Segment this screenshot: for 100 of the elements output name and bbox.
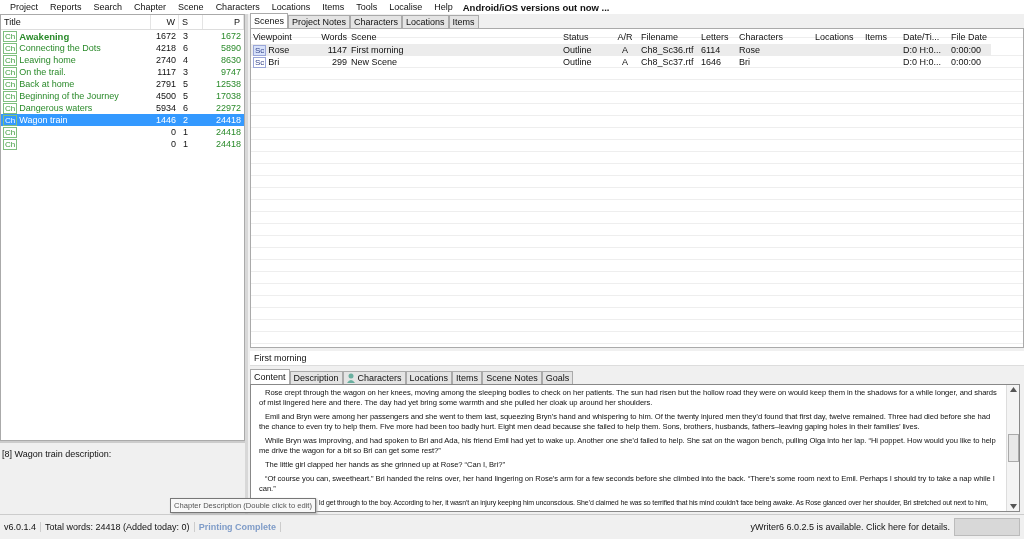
scroll-thumb[interactable]: [1007, 434, 1019, 462]
word-count: 0: [170, 139, 177, 149]
running-total: 8630: [219, 55, 242, 65]
scroll-up-icon[interactable]: [1009, 387, 1017, 392]
status-message: Printing Complete: [194, 522, 282, 532]
running-total: 12538: [214, 79, 242, 89]
chapter-title: Dangerous waters: [19, 103, 93, 113]
tab[interactable]: Project Notes: [288, 15, 351, 28]
table-cell-text: Outline: [562, 45, 593, 55]
table-cell-text: Ch8_Sc37.rtf: [640, 57, 695, 67]
scene-title-field[interactable]: First morning: [250, 351, 1024, 366]
menu-item[interactable]: Localise: [383, 2, 429, 12]
running-total: 24418: [214, 139, 242, 149]
column-header[interactable]: Filename: [639, 31, 699, 42]
status-panel: [954, 518, 1020, 536]
menu-item[interactable]: Locations: [265, 2, 317, 12]
column-header[interactable]: Characters: [737, 31, 813, 42]
chapter-row[interactable]: Ch Back at home 2791 5 12538: [1, 78, 244, 90]
column-header[interactable]: Locations: [813, 31, 863, 42]
chapter-row[interactable]: Ch Dangerous waters 5934 6 22972: [1, 102, 244, 114]
scene-count: 6: [182, 103, 189, 113]
chapter-row[interactable]: Ch 0 1 24418: [1, 126, 244, 138]
tab[interactable]: Locations: [405, 371, 453, 384]
running-total: 24418: [214, 127, 242, 137]
chapter-tag: Ch: [3, 114, 18, 126]
column-header[interactable]: S: [179, 15, 203, 29]
table-cell-text: A: [621, 45, 629, 55]
update-link[interactable]: yWriter6 6.0.2.5 is available. Click here for details.: [746, 522, 954, 532]
word-count: 2791: [154, 79, 177, 89]
column-header[interactable]: Items: [863, 31, 901, 42]
tab[interactable]: Items: [452, 371, 483, 384]
menu-item[interactable]: Project: [4, 2, 44, 12]
chapter-row[interactable]: Ch On the trail. 1117 3 9747: [1, 66, 244, 78]
table-cell: Bri: [268, 57, 280, 67]
scene-tag: Sc: [253, 56, 267, 68]
scene-row[interactable]: Sc Rose 1147 First morning Outline A Ch8_Sc36.rtf 6114 Rose D:0 H:0... 0:00:00: [251, 44, 991, 56]
table-cell-text: Bri: [738, 57, 751, 67]
menu-item[interactable]: Reports: [44, 2, 88, 12]
tab[interactable]: Content: [250, 369, 290, 384]
table-cell-text: Ch8_Sc36.rtf: [640, 45, 695, 55]
column-header[interactable]: A/R: [611, 31, 639, 42]
menu-item[interactable]: Help: [428, 2, 459, 12]
scene-count: 3: [182, 31, 189, 41]
tab[interactable]: Items: [448, 15, 479, 28]
table-cell-text: D:0 H:0...: [902, 57, 942, 67]
word-count: 2740: [154, 55, 177, 65]
column-header[interactable]: Words: [319, 31, 349, 42]
chapter-tag: Ch: [3, 54, 18, 66]
menu-item[interactable]: Items: [316, 2, 351, 12]
tab[interactable]: Goals: [541, 371, 574, 384]
chapter-row[interactable]: Ch Connecting the Dots 4218 6 5890: [1, 42, 244, 54]
menu-item[interactable]: Tools: [350, 2, 384, 12]
chapter-title: Beginning of the Journey: [19, 91, 119, 101]
tab[interactable]: Characters: [350, 15, 403, 28]
word-count: 1117: [156, 67, 177, 77]
running-total: 24418: [214, 115, 242, 125]
scroll-down-icon[interactable]: [1009, 504, 1017, 509]
chapter-row[interactable]: Ch Beginning of the Journey 4500 5 17038: [1, 90, 244, 102]
menu-item[interactable]: Chapter: [128, 2, 173, 12]
word-count: 0: [170, 127, 177, 137]
word-count: 1446: [154, 115, 177, 125]
chapter-row[interactable]: Ch Awakening 1672 3 1672: [1, 30, 244, 42]
scene-count: 3: [182, 67, 189, 77]
chapter-tag: Ch: [3, 90, 18, 102]
running-total: 1672: [219, 31, 242, 41]
column-header[interactable]: Status: [561, 31, 611, 42]
scene-row[interactable]: Sc Bri 299 New Scene Outline A Ch8_Sc37.rtf 1646 Bri D:0 H:0... 0:00:00: [251, 56, 991, 68]
tab[interactable]: Scenes: [250, 13, 289, 28]
word-count: 1672: [154, 31, 177, 41]
tab[interactable]: Characters: [342, 371, 406, 384]
word-count: 4218: [154, 43, 177, 53]
menu-item[interactable]: Characters: [209, 2, 266, 12]
table-cell-text: Outline: [562, 57, 593, 67]
tab[interactable]: Locations: [402, 15, 449, 28]
scene-count: 6: [182, 43, 189, 53]
column-header[interactable]: Date/Ti...: [901, 31, 949, 42]
chapter-row[interactable]: Ch Leaving home 2740 4 8630: [1, 54, 244, 66]
chapter-tag: Ch: [3, 30, 18, 42]
menu-item[interactable]: Scene: [172, 2, 210, 12]
column-header[interactable]: File Date: [949, 31, 991, 42]
column-header[interactable]: P: [203, 15, 244, 29]
menu-item[interactable]: Search: [87, 2, 129, 12]
scrollbar[interactable]: [1006, 385, 1019, 511]
column-header[interactable]: Viewpoint: [251, 31, 319, 42]
chapter-tag: Ch: [3, 42, 18, 54]
table-cell: Rose: [268, 45, 290, 55]
chapter-row[interactable]: Ch 0 1 24418: [1, 138, 244, 150]
table-cell-text: 299: [330, 57, 348, 67]
column-header[interactable]: Scene: [349, 31, 561, 42]
tab[interactable]: Description: [289, 371, 343, 384]
tab[interactable]: Scene Notes: [482, 371, 542, 384]
column-header[interactable]: Letters: [699, 31, 737, 42]
table-cell-text: First morning: [350, 45, 405, 55]
announcement-text[interactable]: Android/iOS versions out now ...: [458, 1, 610, 13]
column-header[interactable]: W: [151, 15, 179, 29]
column-header[interactable]: Title: [1, 15, 151, 29]
chapter-tag: Ch: [3, 102, 18, 114]
word-count: 5934: [154, 103, 177, 113]
chapter-tag: Ch: [3, 66, 18, 78]
chapter-title: Wagon train: [19, 115, 68, 125]
